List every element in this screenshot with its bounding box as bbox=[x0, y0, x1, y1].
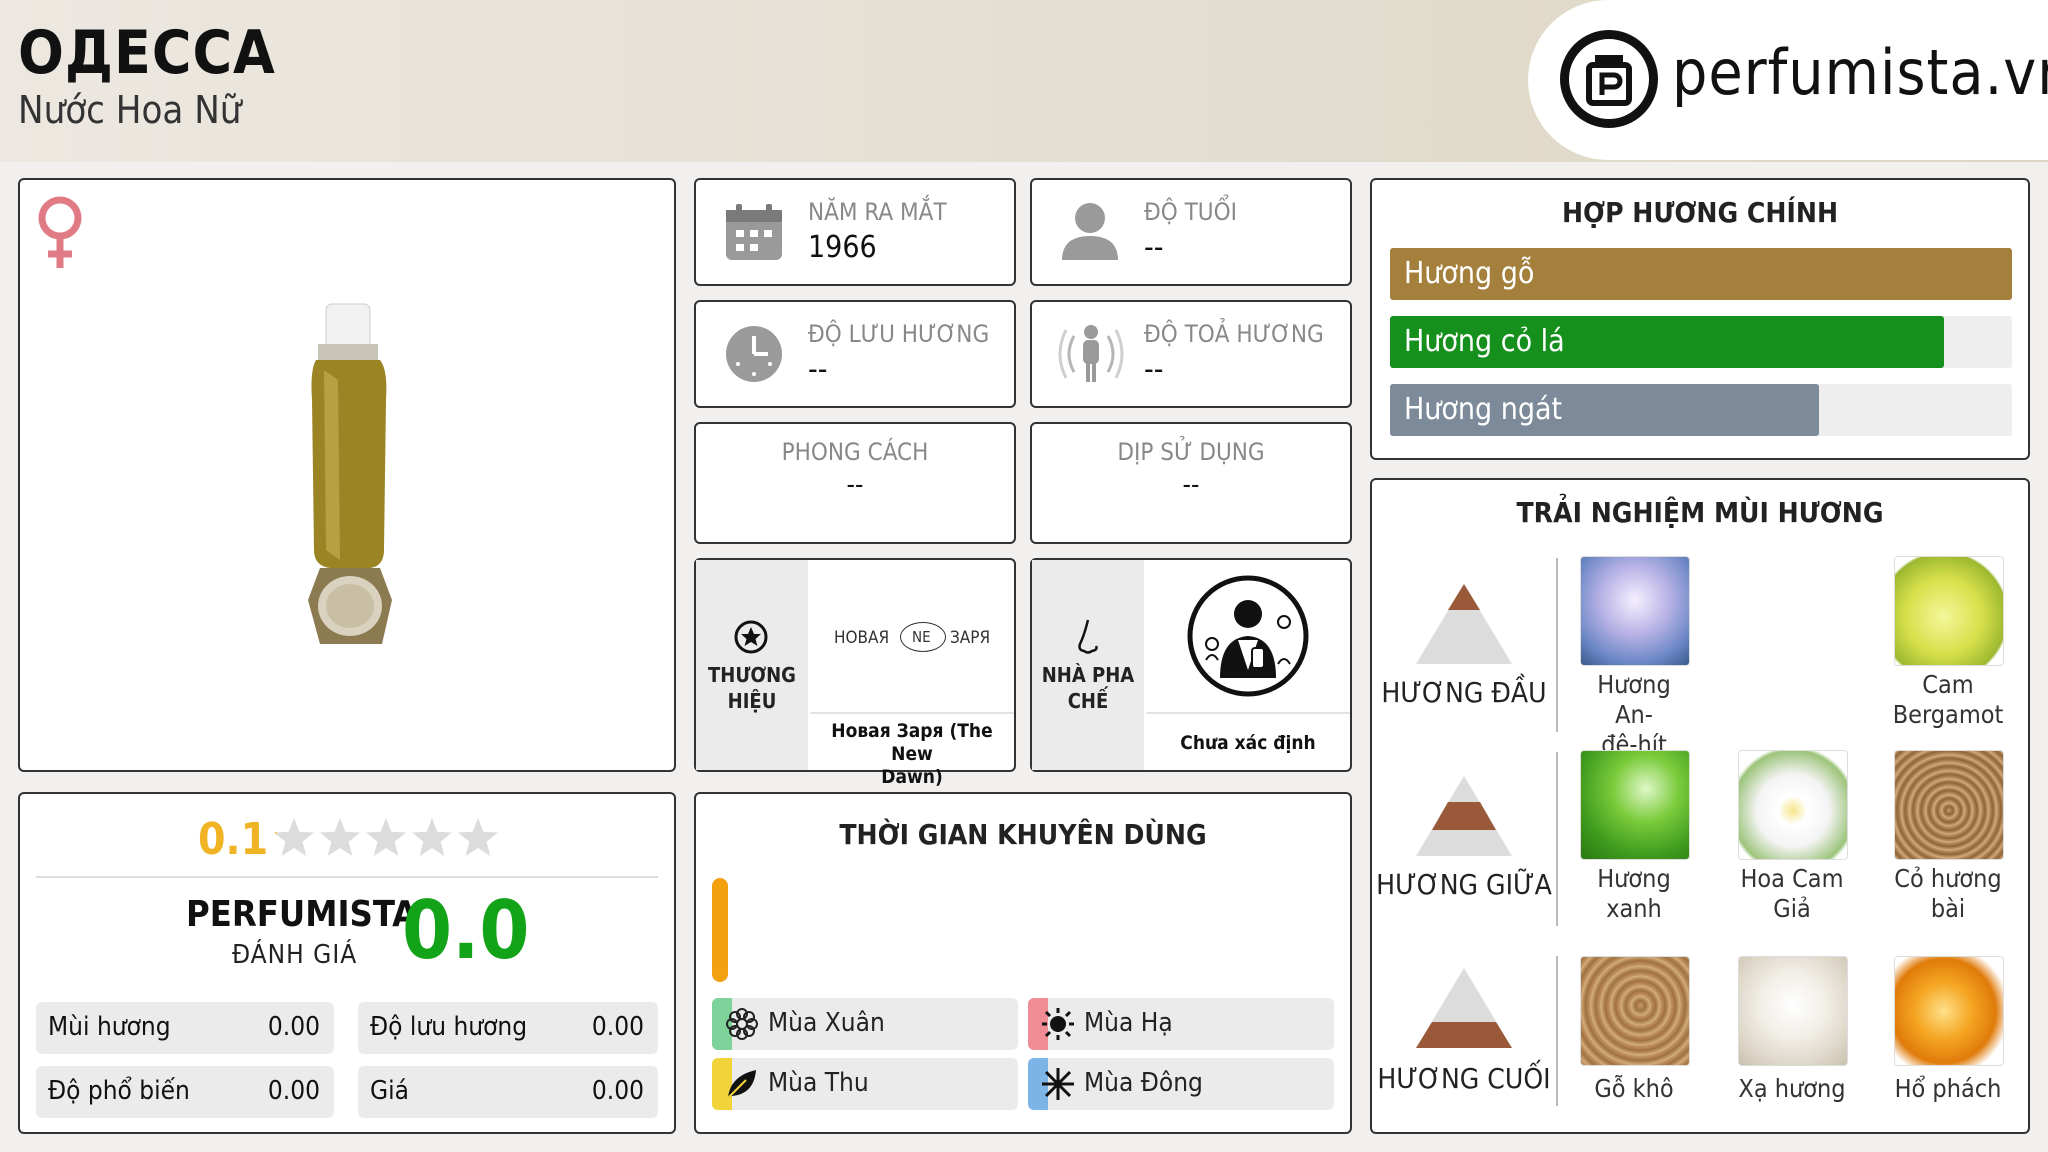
style-value: -- bbox=[846, 470, 864, 500]
amber-image bbox=[1894, 956, 2004, 1066]
longevity-value: -- bbox=[808, 352, 828, 387]
sillage-label: ĐỘ TOẢ HƯƠNG bbox=[1144, 320, 1324, 348]
stars-svg bbox=[274, 818, 498, 856]
bergamot-image bbox=[1894, 556, 2004, 666]
note-item[interactable]: Hoa Cam Giả bbox=[1734, 750, 1850, 924]
middle-notes-label: HƯƠNG GIỮA bbox=[1376, 868, 1552, 901]
perfumista-review-label: PERFUMISTA bbox=[186, 894, 418, 935]
star-icon bbox=[274, 818, 314, 856]
age-label: ĐỘ TUỔI bbox=[1144, 198, 1237, 226]
green-notes-image bbox=[1580, 750, 1690, 860]
note-item[interactable]: Hương An-đê-hít bbox=[1576, 556, 1692, 760]
note-item[interactable]: Cam Bergamot bbox=[1890, 556, 2006, 730]
metric-scent: Mùi hương 0.00 bbox=[36, 1002, 334, 1054]
musk-image bbox=[1738, 956, 1848, 1066]
style-label: PHONG CÁCH bbox=[781, 438, 929, 466]
brand-logo: НОВАЯ NE ЗАРЯ bbox=[812, 620, 1012, 656]
sillage-value: -- bbox=[1144, 352, 1164, 387]
metric-price: Giá 0.00 bbox=[358, 1066, 658, 1118]
star-icon bbox=[366, 818, 406, 856]
perfumista-logo-icon bbox=[1560, 30, 1658, 128]
longevity-label: ĐỘ LƯU HƯƠNG bbox=[808, 320, 990, 348]
perfumer-label: NHÀ PHA CHẾ bbox=[1041, 663, 1135, 713]
accord-label: Hương gỗ bbox=[1404, 256, 1535, 291]
clock-icon bbox=[724, 324, 784, 384]
page-subtitle: Nước Hoa Nữ bbox=[18, 88, 242, 132]
main-accords-title: HỢP HƯƠNG CHÍNH bbox=[1561, 196, 1839, 229]
snowflake-icon bbox=[1042, 1068, 1074, 1100]
perfume-bottle-image bbox=[300, 300, 400, 660]
base-notes-label: HƯƠNG CUỐI bbox=[1377, 1062, 1551, 1095]
top-notes-pyramid-icon bbox=[1416, 584, 1512, 664]
base-notes-pyramid-icon bbox=[1416, 968, 1512, 1048]
accord-bar: Hương gỗ bbox=[1390, 248, 2012, 300]
sun-icon bbox=[1042, 1008, 1074, 1040]
page-title: ОДЕССА bbox=[18, 18, 276, 88]
nose-icon bbox=[1074, 618, 1104, 658]
pyramid-divider bbox=[1556, 752, 1558, 926]
brand-name[interactable]: Новая Заря (The New Dawn) bbox=[812, 720, 1012, 789]
perfumer-name-divider bbox=[1146, 712, 1350, 714]
note-item[interactable]: Cỏ hương bài bbox=[1890, 750, 2006, 924]
star-icon bbox=[458, 818, 498, 856]
flower-icon bbox=[726, 1008, 758, 1040]
note-item[interactable]: Gỗ khô bbox=[1576, 956, 1692, 1104]
accord-bar: Hương ngát bbox=[1390, 384, 2012, 436]
brand-label: THƯƠNG HIỆU bbox=[708, 663, 796, 713]
season-summer: Mùa Hạ bbox=[1028, 998, 1334, 1050]
launch-year-label: NĂM RA MẮT bbox=[808, 198, 947, 226]
perfumer-name[interactable]: Chưa xác định bbox=[1146, 732, 1350, 754]
calendar-icon bbox=[724, 202, 784, 262]
user-icon bbox=[1060, 200, 1120, 262]
perfumer-avatar-icon bbox=[1186, 574, 1310, 698]
middle-notes-pyramid-icon bbox=[1416, 776, 1512, 856]
brand-name-divider bbox=[810, 712, 1014, 714]
vetiver-image bbox=[1894, 750, 2004, 860]
metric-popularity: Độ phổ biến 0.00 bbox=[36, 1066, 334, 1118]
top-notes-label: HƯƠNG ĐẦU bbox=[1381, 676, 1547, 709]
star-icon bbox=[320, 818, 360, 856]
leaf-icon bbox=[727, 1070, 756, 1099]
metric-longevity: Độ lưu hương 0.00 bbox=[358, 1002, 658, 1054]
occasion-label: DỊP SỬ DỤNG bbox=[1117, 438, 1265, 466]
occasion-value: -- bbox=[1182, 470, 1200, 500]
logo-text: perfumista.vn bbox=[1672, 36, 2048, 109]
perfumista-score: 0.0 bbox=[402, 884, 530, 977]
season-spring: Mùa Xuân bbox=[712, 998, 1018, 1050]
user-score: 0.1 bbox=[198, 814, 269, 865]
star-rating[interactable] bbox=[272, 816, 502, 862]
season-autumn: Mùa Thu bbox=[712, 1058, 1018, 1110]
mock-orange-image bbox=[1738, 750, 1848, 860]
note-item[interactable]: Hương xanh bbox=[1576, 750, 1692, 924]
note-item[interactable]: Xạ hương bbox=[1734, 956, 1850, 1104]
note-item[interactable]: Hổ phách bbox=[1890, 956, 2006, 1104]
dry-wood-image bbox=[1580, 956, 1690, 1066]
person-aura-icon bbox=[1058, 322, 1124, 386]
day-time-bar bbox=[712, 878, 728, 982]
pyramid-divider bbox=[1556, 956, 1558, 1106]
star-icon bbox=[412, 818, 452, 856]
launch-year-value: 1966 bbox=[808, 230, 877, 265]
age-value: -- bbox=[1144, 230, 1164, 265]
accord-bar: Hương cỏ lá bbox=[1390, 316, 2012, 368]
scent-pyramid-title: TRẢI NGHIỆM MÙI HƯƠNG bbox=[1516, 496, 1884, 529]
season-winter: Mùa Đông bbox=[1028, 1058, 1334, 1110]
star-badge-icon bbox=[734, 620, 768, 654]
accord-label: Hương ngát bbox=[1404, 392, 1563, 427]
recommended-time-title: THỜI GIAN KHUYÊN DÙNG bbox=[839, 818, 1207, 851]
female-symbol-icon bbox=[32, 194, 92, 274]
review-label: ĐÁNH GIÁ bbox=[232, 940, 358, 970]
aldehydes-image bbox=[1580, 556, 1690, 666]
accord-label: Hương cỏ lá bbox=[1404, 324, 1565, 359]
rating-divider bbox=[36, 876, 658, 878]
pyramid-divider bbox=[1556, 558, 1558, 732]
